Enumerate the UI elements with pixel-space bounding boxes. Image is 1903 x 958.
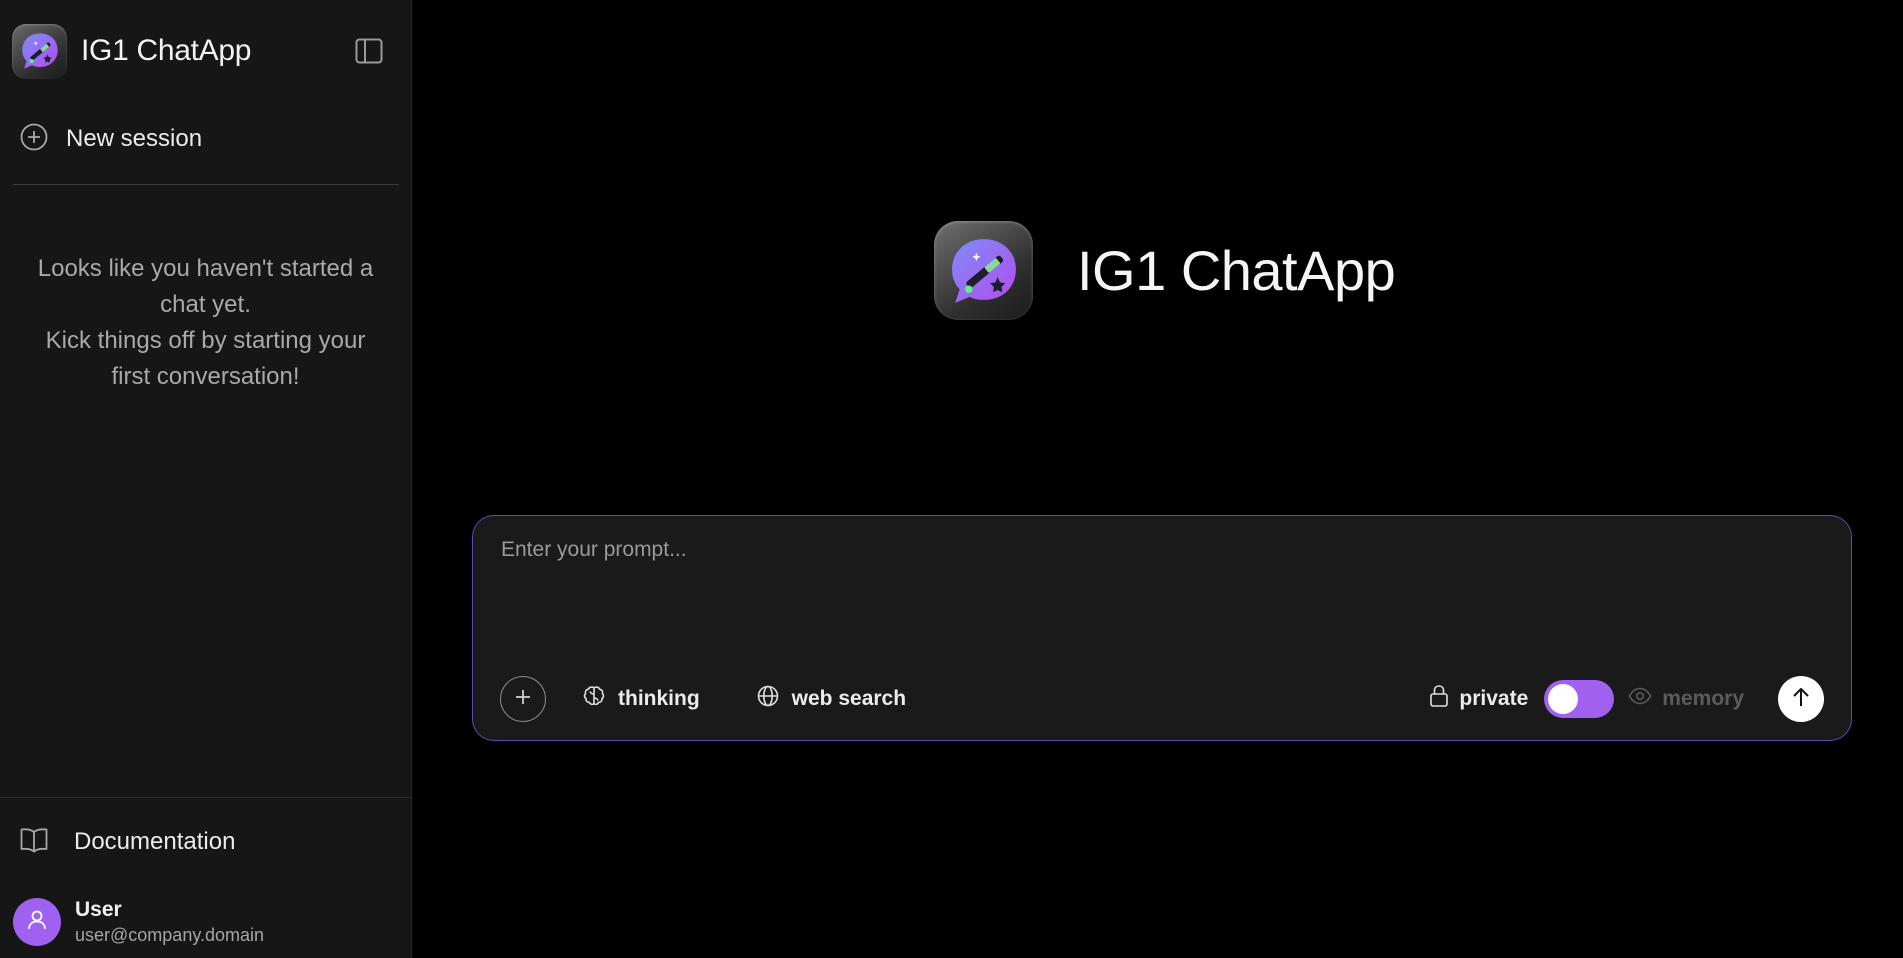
user-email: user@company.domain <box>75 925 265 945</box>
composer-toolbar: thinking web search private memory <box>500 676 1824 722</box>
hero: IG1 ChatApp <box>934 221 1396 320</box>
sidebar-divider <box>13 184 399 185</box>
arrow-up-icon <box>1791 686 1811 713</box>
plus-icon <box>513 687 533 712</box>
documentation-link[interactable]: Documentation <box>0 798 411 886</box>
prompt-composer: thinking web search <box>472 515 1852 741</box>
private-label: private <box>1429 684 1528 714</box>
plus-circle-icon <box>20 123 48 156</box>
send-button[interactable] <box>1778 676 1824 722</box>
web-search-label: web search <box>791 687 907 710</box>
sidebar-toggle-icon[interactable] <box>355 38 383 64</box>
sidebar: IG1 ChatApp New session Looks like you h… <box>0 0 412 958</box>
eye-icon <box>1628 686 1652 712</box>
empty-message-line1: Looks like you haven't started a chat ye… <box>37 255 374 318</box>
private-toggle-knob <box>1548 684 1579 714</box>
user-info: User user@company.domain <box>75 898 264 946</box>
empty-chat-message: Looks like you haven't started a chat ye… <box>0 251 411 395</box>
lock-icon <box>1429 684 1449 714</box>
memory-button[interactable]: memory <box>1628 686 1744 712</box>
app-logo-icon <box>12 23 67 79</box>
prompt-input[interactable] <box>501 538 1823 618</box>
brain-icon <box>582 684 606 714</box>
app-title: IG1 ChatApp <box>81 34 252 67</box>
user-profile[interactable]: User user@company.domain <box>0 886 411 958</box>
book-open-icon <box>20 827 48 858</box>
attach-button[interactable] <box>500 676 546 722</box>
user-icon <box>26 909 48 936</box>
web-search-button[interactable]: web search <box>756 684 906 714</box>
private-toggle[interactable] <box>1544 680 1615 718</box>
private-text: private <box>1459 687 1529 710</box>
memory-label: memory <box>1662 687 1744 710</box>
globe-icon <box>756 684 780 714</box>
sidebar-header: IG1 ChatApp <box>0 0 411 102</box>
empty-message-line2: Kick things off by starting your first c… <box>45 327 366 390</box>
avatar <box>13 898 61 946</box>
thinking-button[interactable]: thinking <box>582 684 700 714</box>
thinking-label: thinking <box>618 687 700 710</box>
new-session-label: New session <box>66 125 203 152</box>
documentation-label: Documentation <box>74 828 236 855</box>
hero-title: IG1 ChatApp <box>1077 239 1396 302</box>
hero-logo-icon <box>934 221 1033 320</box>
main-area: IG1 ChatApp Enter your prompt... thinkin… <box>412 0 1903 958</box>
new-session-button[interactable]: New session <box>0 106 411 172</box>
user-name: User <box>75 898 122 921</box>
app-root: IG1 ChatApp New session Looks like you h… <box>0 0 1903 958</box>
sidebar-footer: Documentation User user@company.domain <box>0 797 411 958</box>
